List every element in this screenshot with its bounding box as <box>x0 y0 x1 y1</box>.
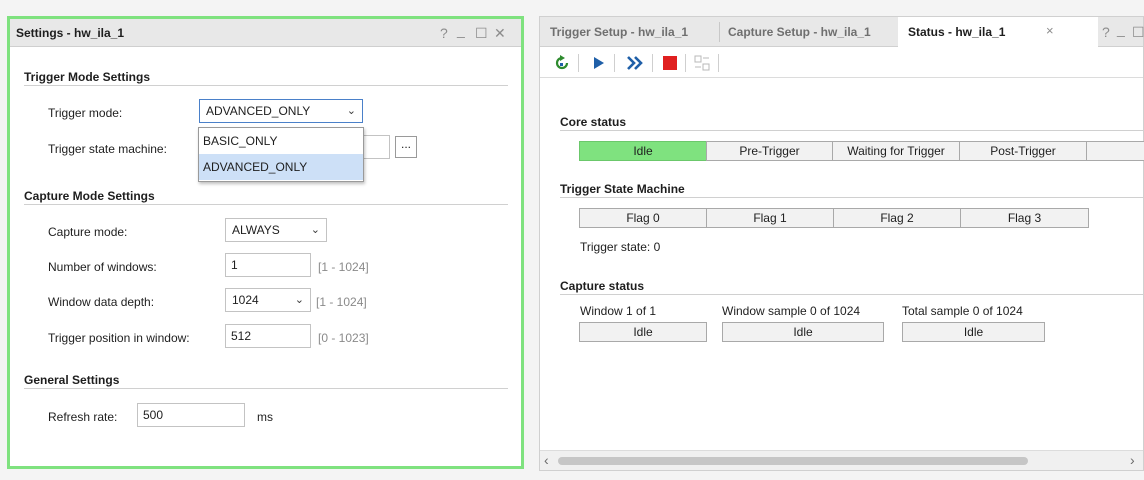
tab-status-label: Status - hw_ila_1 <box>908 25 1006 39</box>
position-range: [0 - 1023] <box>318 331 369 345</box>
depth-label: Window data depth: <box>48 295 155 309</box>
toolbar-divider <box>614 54 615 72</box>
depth-select[interactable]: 1024 ⌄ <box>225 288 311 312</box>
core-state-waiting: Waiting for Trigger <box>832 141 960 161</box>
settings-title-bar: Settings - hw_ila_1 ? _ ☐ ✕ <box>10 19 521 47</box>
chevron-down-icon: ⌄ <box>346 105 356 117</box>
option-basic-only[interactable]: BASIC_ONLY <box>199 128 363 154</box>
minimize-icon[interactable]: _ <box>457 16 465 44</box>
tab-capture-setup[interactable]: Capture Setup - hw_ila_1 <box>728 17 871 47</box>
capture-mode-value: ALWAYS <box>232 223 280 237</box>
toolbar <box>540 48 1143 78</box>
flag-0: Flag 0 <box>579 208 707 228</box>
state-machine-path-input[interactable] <box>360 135 390 159</box>
refresh-arrow-icon[interactable] <box>554 55 570 71</box>
total-sample-status: Idle <box>902 322 1045 342</box>
tab-bar: Trigger Setup - hw_ila_1 Capture Setup -… <box>540 15 1144 47</box>
settings-panel: Settings - hw_ila_1 ? _ ☐ ✕ Trigger Mode… <box>7 16 524 469</box>
trigger-mode-dropdown: BASIC_ONLY ADVANCED_ONLY <box>198 127 364 182</box>
section-divider <box>24 204 508 205</box>
stop-icon[interactable] <box>663 56 677 70</box>
window-sample-label: Window sample 0 of 1024 <box>722 304 861 318</box>
scrollbar-thumb[interactable] <box>558 457 1028 465</box>
tab-divider <box>719 22 720 42</box>
chevron-down-icon: ⌄ <box>294 294 304 306</box>
tab-status[interactable]: Status - hw_ila_1 × <box>898 17 1098 47</box>
core-state-post-trigger: Post-Trigger <box>959 141 1087 161</box>
status-panel: Trigger Setup - hw_ila_1 Capture Setup -… <box>539 16 1144 471</box>
state-machine-label: Trigger state machine: <box>48 142 167 156</box>
position-label: Trigger position in window: <box>48 331 190 345</box>
windows-label: Number of windows: <box>48 260 157 274</box>
trigger-mode-label: Trigger mode: <box>48 106 123 120</box>
window-count-label: Window 1 of 1 <box>580 304 657 318</box>
section-divider <box>560 294 1144 295</box>
window-sample-status: Idle <box>722 322 884 342</box>
trigger-state-text: Trigger state: 0 <box>580 240 661 254</box>
flag-1: Flag 1 <box>706 208 834 228</box>
option-advanced-only[interactable]: ADVANCED_ONLY <box>199 154 363 180</box>
section-divider <box>560 197 1144 198</box>
core-status-heading: Core status <box>560 115 627 129</box>
toolbar-divider <box>685 54 686 72</box>
refresh-unit: ms <box>257 410 273 424</box>
run-immediate-icon[interactable] <box>626 56 644 70</box>
windows-range: [1 - 1024] <box>318 260 369 274</box>
general-heading: General Settings <box>24 373 120 387</box>
help-icon[interactable]: ? <box>440 19 448 47</box>
maximize-icon[interactable]: ☐ <box>1132 18 1144 46</box>
scroll-left-icon[interactable]: ‹ <box>544 452 549 468</box>
position-input[interactable]: 512 <box>225 324 311 348</box>
help-icon[interactable]: ? <box>1102 18 1110 46</box>
trigger-mode-heading: Trigger Mode Settings <box>24 70 151 84</box>
total-sample-label: Total sample 0 of 1024 <box>902 304 1023 318</box>
state-machine-heading: Trigger State Machine <box>560 182 685 196</box>
run-trigger-icon[interactable] <box>592 56 606 70</box>
depth-value: 1024 <box>232 293 259 307</box>
chevron-down-icon: ⌄ <box>310 224 320 236</box>
capture-mode-select[interactable]: ALWAYS ⌄ <box>225 218 327 242</box>
core-state-extra <box>1086 141 1144 161</box>
browse-button[interactable]: ... <box>395 136 417 158</box>
close-icon[interactable]: ✕ <box>494 19 506 47</box>
settings-title: Settings - hw_ila_1 <box>16 26 125 40</box>
trigger-mode-select[interactable]: ADVANCED_ONLY ⌄ <box>199 99 363 123</box>
refresh-input[interactable]: 500 <box>137 403 245 427</box>
minimize-icon[interactable]: _ <box>1117 15 1125 43</box>
flag-2: Flag 2 <box>833 208 961 228</box>
depth-range: [1 - 1024] <box>316 295 367 309</box>
toolbar-divider <box>718 54 719 72</box>
core-state-idle: Idle <box>579 141 707 161</box>
core-state-pre-trigger: Pre-Trigger <box>706 141 833 161</box>
horizontal-scrollbar[interactable]: ‹ › <box>540 450 1143 470</box>
section-divider <box>560 130 1144 131</box>
disabled-export-icon[interactable] <box>694 55 710 71</box>
toolbar-divider <box>652 54 653 72</box>
trigger-mode-value: ADVANCED_ONLY <box>206 104 311 118</box>
toolbar-divider <box>578 54 579 72</box>
windows-input[interactable]: 1 <box>225 253 311 277</box>
section-divider <box>24 85 508 86</box>
maximize-icon[interactable]: ☐ <box>475 19 488 47</box>
flag-3: Flag 3 <box>960 208 1089 228</box>
window-status: Idle <box>579 322 707 342</box>
refresh-label: Refresh rate: <box>48 410 118 424</box>
section-divider <box>24 388 508 389</box>
capture-mode-heading: Capture Mode Settings <box>24 189 155 203</box>
tab-close-icon[interactable]: × <box>1046 17 1054 45</box>
tab-trigger-setup[interactable]: Trigger Setup - hw_ila_1 <box>550 17 688 47</box>
capture-mode-label: Capture mode: <box>48 225 128 239</box>
scroll-right-icon[interactable]: › <box>1130 452 1135 468</box>
capture-status-heading: Capture status <box>560 279 645 293</box>
